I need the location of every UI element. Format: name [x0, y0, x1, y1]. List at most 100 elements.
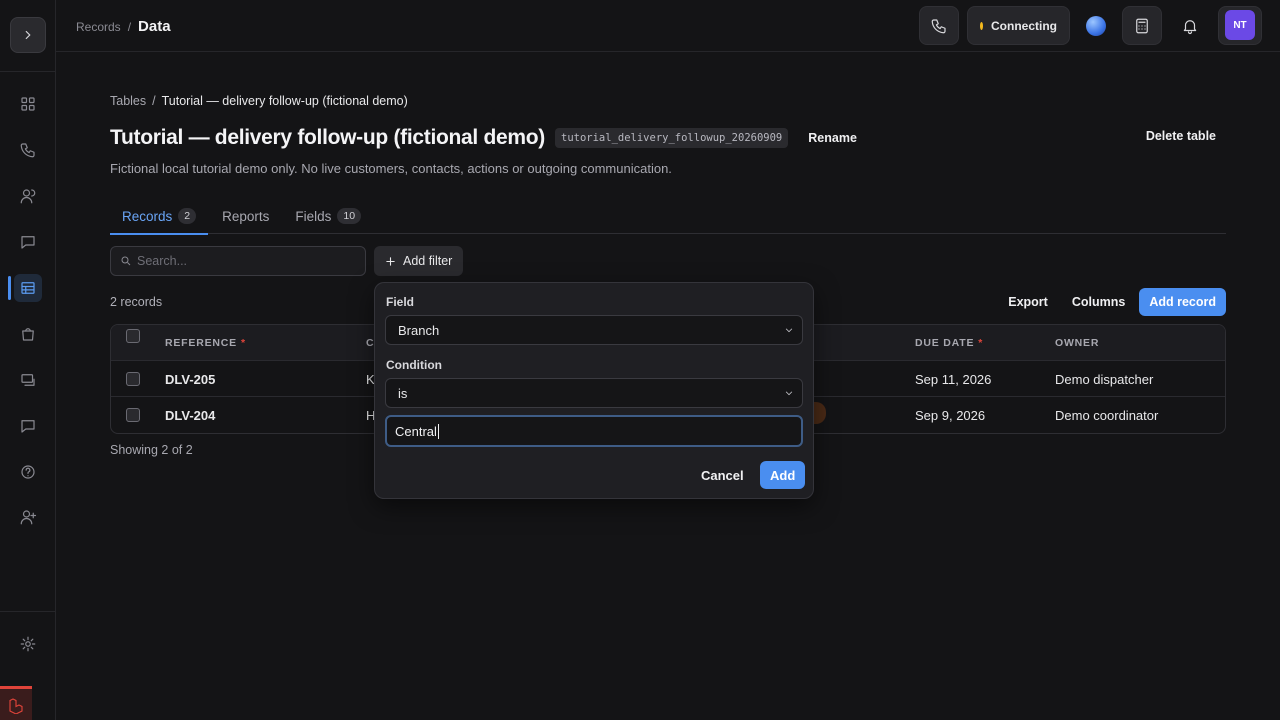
owner-cell: Demo coordinator	[1055, 407, 1159, 423]
chevron-down-icon	[785, 328, 793, 333]
message-icon	[21, 420, 35, 433]
condition-select[interactable]: is	[385, 378, 803, 408]
add-filter-button[interactable]: Add filter	[374, 246, 464, 276]
row-checkbox[interactable]	[126, 408, 140, 422]
tab-count-badge: 2	[178, 208, 197, 224]
breadcrumb-records-link[interactable]: Records	[76, 20, 121, 34]
breadcrumb-current: Tutorial — delivery follow-up (fictional…	[161, 94, 408, 108]
plus-icon	[386, 256, 395, 266]
reference-cell[interactable]: DLV-205	[165, 361, 215, 397]
help-icon	[21, 465, 35, 479]
notifications-button[interactable]	[1170, 6, 1210, 45]
calculator-button[interactable]	[1122, 6, 1162, 45]
connection-status-label: Connecting	[991, 18, 1057, 33]
sidebar-item-tables[interactable]	[14, 274, 42, 302]
chevron-right-icon	[25, 30, 31, 40]
condition-label: Condition	[386, 358, 442, 372]
select-all-checkbox[interactable]	[126, 329, 140, 343]
debug-badge[interactable]	[0, 686, 32, 720]
header-label: OWNER	[1055, 337, 1100, 349]
due-date-cell: Sep 9, 2026	[915, 407, 986, 423]
add-filter-confirm-button[interactable]: Add	[760, 461, 806, 489]
add-record-button[interactable]: Add record	[1139, 288, 1226, 316]
page-title: Tutorial — delivery follow-up (fictional…	[110, 126, 545, 149]
sidebar-item-calls[interactable]	[14, 136, 42, 164]
filter-value-text: Central	[395, 423, 437, 439]
active-indicator	[8, 276, 11, 300]
cancel-button[interactable]: Cancel	[701, 461, 744, 489]
table-icon	[21, 282, 35, 294]
tab-label: Reports	[222, 208, 270, 224]
owner-cell: Demo dispatcher	[1055, 371, 1154, 387]
sidebar-item-dashboard[interactable]	[14, 90, 42, 118]
avatar[interactable]: NT	[1225, 10, 1255, 40]
sidebar-expand-button[interactable]	[10, 17, 46, 53]
sidebar-item-campaigns[interactable]	[14, 366, 42, 394]
pagination-status: Showing 2 of 2	[110, 443, 193, 457]
tab-label: Fields	[295, 208, 332, 224]
required-marker: *	[978, 337, 984, 349]
tab-label: Records	[122, 208, 173, 224]
column-header-reference[interactable]: REFERENCE *	[165, 325, 246, 361]
condition-select-value: is	[398, 385, 408, 401]
laravel-icon	[9, 697, 23, 714]
record-count: 2 records	[110, 295, 163, 309]
rename-button[interactable]: Rename	[808, 131, 857, 145]
calculator-icon	[1136, 18, 1148, 33]
add-user-icon	[20, 510, 37, 525]
settings-icon	[20, 636, 36, 652]
call-button[interactable]	[919, 6, 959, 45]
search-input[interactable]	[137, 254, 357, 268]
reference-cell[interactable]: DLV-204	[165, 397, 215, 433]
chevron-down-icon	[785, 391, 793, 396]
row-checkbox[interactable]	[126, 372, 140, 386]
breadcrumb-current: Data	[138, 18, 171, 35]
phone-icon	[931, 18, 946, 33]
search-icon	[121, 256, 131, 266]
sidebar-item-messages[interactable]	[14, 412, 42, 440]
search-box	[110, 246, 366, 276]
sidebar-item-settings[interactable]	[14, 630, 42, 658]
delete-table-button[interactable]: Delete table	[1146, 129, 1216, 143]
columns-button[interactable]: Columns	[1062, 288, 1135, 316]
field-label: Field	[386, 295, 415, 309]
sidebar-divider	[0, 71, 56, 72]
tab-count-badge: 10	[337, 208, 362, 224]
text-caret	[437, 423, 439, 439]
column-header-due-date[interactable]: DUE DATE *	[915, 325, 983, 361]
tab-fields[interactable]: Fields 10	[283, 198, 373, 234]
connection-status-button[interactable]: Connecting	[967, 6, 1070, 45]
field-select-value: Branch	[398, 322, 440, 338]
status-dot	[980, 21, 983, 30]
bag-icon	[22, 328, 34, 341]
add-filter-label: Add filter	[403, 254, 453, 268]
add-filter-popover: Field Branch Condition is Central Cancel…	[374, 282, 814, 499]
breadcrumb-tables-link[interactable]: Tables	[110, 94, 146, 108]
sidebar-item-invite[interactable]	[14, 503, 42, 531]
filter-value-input[interactable]: Central	[385, 415, 803, 447]
title-row: Tutorial — delivery follow-up (fictional…	[110, 126, 1226, 150]
required-marker: *	[240, 337, 246, 349]
bell-icon	[1183, 19, 1197, 34]
breadcrumb: Tables / Tutorial — delivery follow-up (…	[110, 94, 408, 108]
header-label: REFERENCE	[165, 337, 237, 349]
sidebar-item-conversations[interactable]	[14, 228, 42, 256]
header-label: DUE DATE	[915, 337, 975, 349]
page-subtitle: Fictional local tutorial demo only. No l…	[110, 161, 672, 176]
sidebar-item-shop[interactable]	[14, 320, 42, 348]
sidebar-item-help[interactable]	[14, 458, 42, 486]
sidebar	[0, 0, 56, 720]
tab-reports[interactable]: Reports	[210, 198, 281, 234]
phone-icon	[20, 143, 35, 158]
column-header-owner[interactable]: OWNER	[1055, 325, 1099, 361]
export-button[interactable]: Export	[998, 288, 1058, 316]
tab-records[interactable]: Records 2	[110, 198, 209, 235]
field-select[interactable]: Branch	[385, 315, 803, 345]
assistant-orb-icon[interactable]	[1086, 16, 1106, 36]
table-id-chip: tutorial_delivery_followup_20260909	[555, 128, 789, 148]
table-actions: Export Columns Add record	[998, 288, 1226, 316]
breadcrumb-separator: /	[152, 94, 156, 108]
tab-bar: Records 2 Reports Fields 10	[110, 198, 1226, 235]
breadcrumb-separator: /	[127, 19, 132, 34]
sidebar-item-contacts[interactable]	[14, 182, 42, 210]
